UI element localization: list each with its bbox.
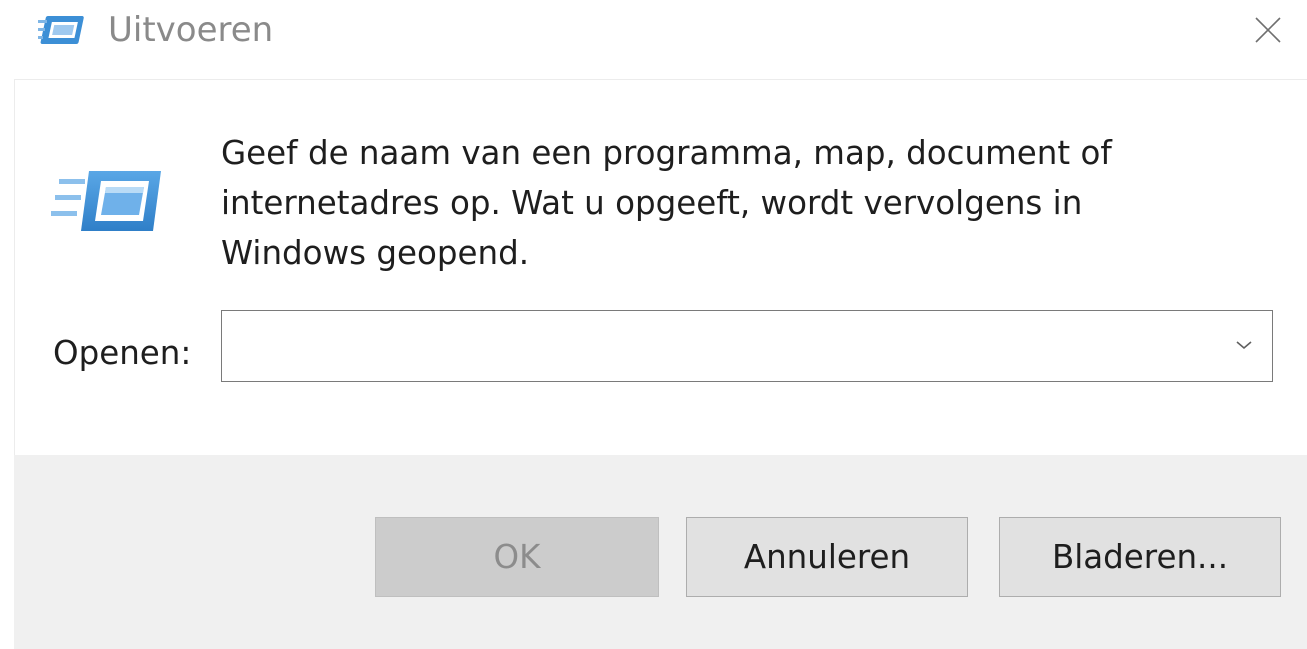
- chevron-down-icon: [1235, 336, 1253, 355]
- close-icon: [1253, 15, 1283, 45]
- open-label: Openen:: [53, 334, 192, 372]
- dialog-content: Geef de naam van een programma, map, doc…: [14, 79, 1307, 456]
- description-line: Geef de naam van een programma, map, doc…: [221, 134, 1112, 172]
- run-dialog: Uitvoeren Geef de naam van een programma…: [0, 0, 1307, 649]
- window-title: Uitvoeren: [108, 10, 274, 50]
- run-app-icon: [38, 12, 88, 48]
- description-line: internetadres op. Wat u opgeeft, wordt v…: [221, 184, 1083, 222]
- title-bar[interactable]: Uitvoeren: [0, 0, 1307, 78]
- dialog-description: Geef de naam van een programma, map, doc…: [221, 128, 1261, 278]
- combobox-dropdown-button[interactable]: [1216, 311, 1272, 380]
- dialog-footer: OK Annuleren Bladeren...: [14, 455, 1307, 649]
- run-program-icon: [49, 165, 161, 237]
- cancel-button[interactable]: Annuleren: [686, 517, 968, 597]
- open-combobox[interactable]: [221, 310, 1273, 382]
- description-line: Windows geopend.: [221, 234, 530, 272]
- open-input[interactable]: [230, 317, 1204, 375]
- ok-button[interactable]: OK: [375, 517, 659, 597]
- close-button[interactable]: [1229, 0, 1307, 60]
- browse-button[interactable]: Bladeren...: [999, 517, 1281, 597]
